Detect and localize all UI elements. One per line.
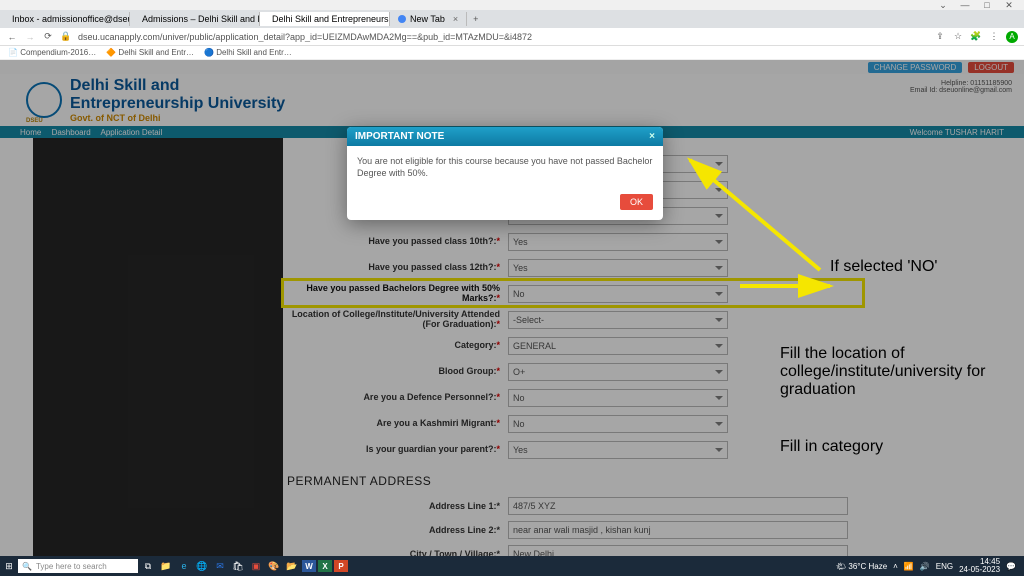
app-icon[interactable]: ▣ (248, 559, 264, 573)
task-view-icon[interactable]: ⧉ (140, 559, 156, 573)
window-min[interactable]: ⌄ (936, 0, 950, 11)
bookmark-item[interactable]: 📄 Compendium-2016… (8, 48, 96, 57)
language-indicator[interactable]: ENG (936, 562, 953, 571)
modal-ok-button[interactable]: OK (620, 194, 653, 210)
chrome-icon (398, 15, 406, 23)
start-button[interactable]: ⊞ (0, 561, 18, 572)
reload-button[interactable]: ⟳ (42, 31, 54, 42)
wifi-icon[interactable]: 📶 (904, 562, 914, 571)
mail-icon[interactable]: ✉ (212, 559, 228, 573)
clock[interactable]: 14:4524-05-2023 (959, 558, 1000, 574)
bookmark-item[interactable]: 🔶 Delhi Skill and Entr… (106, 48, 194, 57)
lock-icon: 🔒 (60, 31, 72, 42)
important-note-modal: IMPORTANT NOTE × You are not eligible fo… (347, 127, 663, 220)
edge-icon[interactable]: e (176, 559, 192, 573)
share-icon[interactable]: ⇪ (934, 31, 946, 42)
window-close[interactable]: ✕ (1002, 0, 1016, 11)
tab-inbox[interactable]: Inbox - admissionoffice@dseu…× (0, 12, 130, 26)
tab-newtab[interactable]: New Tab × (390, 12, 467, 26)
folder-icon[interactable]: 📂 (284, 559, 300, 573)
explorer-icon[interactable]: 📁 (158, 559, 174, 573)
url-field[interactable]: dseu.ucanapply.com/univer/public/applica… (78, 32, 928, 42)
search-icon: 🔍 (22, 562, 32, 571)
tab-admissions[interactable]: Admissions – Delhi Skill and Ent…× (130, 12, 260, 26)
tab-label: Delhi Skill and Entrepreneurship (272, 14, 390, 24)
bookmarks-bar: 📄 Compendium-2016… 🔶 Delhi Skill and Ent… (0, 46, 1024, 60)
bookmark-item[interactable]: 🔵 Delhi Skill and Entr… (204, 48, 292, 57)
forward-button[interactable]: → (24, 32, 36, 42)
tab-label: New Tab (410, 14, 445, 24)
modal-body: You are not eligible for this course bec… (347, 146, 663, 186)
store-icon[interactable]: 🛍 (230, 559, 246, 573)
word-icon[interactable]: W (302, 560, 316, 572)
window-min2[interactable]: — (958, 0, 972, 10)
system-tray: 🌤 36°C Haze ˄ 📶 🔊 ENG 14:4524-05-2023 💬 (836, 558, 1024, 574)
windows-taskbar: ⊞ 🔍Type here to search ⧉ 📁 e 🌐 ✉ 🛍 ▣ 🎨 📂… (0, 556, 1024, 576)
notifications-icon[interactable]: 💬 (1006, 562, 1016, 571)
star-icon[interactable]: ☆ (952, 31, 964, 42)
tab-label: Inbox - admissionoffice@dseu… (12, 14, 130, 24)
volume-icon[interactable]: 🔊 (920, 562, 930, 571)
paint-icon[interactable]: 🎨 (266, 559, 282, 573)
address-bar: ← → ⟳ 🔒 dseu.ucanapply.com/univer/public… (0, 28, 1024, 46)
browser-tabs: Inbox - admissionoffice@dseu…× Admission… (0, 10, 1024, 28)
back-button[interactable]: ← (6, 32, 18, 42)
tray-chevron-icon[interactable]: ˄ (893, 562, 898, 571)
close-icon[interactable]: × (453, 14, 458, 24)
profile-avatar[interactable]: A (1006, 31, 1018, 43)
modal-title: IMPORTANT NOTE (355, 131, 444, 142)
tab-application[interactable]: Delhi Skill and Entrepreneurship× (260, 12, 390, 26)
modal-close-button[interactable]: × (649, 131, 655, 142)
excel-icon[interactable]: X (318, 560, 332, 572)
new-tab-button[interactable]: + (467, 14, 484, 24)
window-max[interactable]: □ (980, 0, 994, 10)
weather-widget[interactable]: 🌤 36°C Haze (836, 562, 887, 571)
window-titlebar: ⌄ — □ ✕ (0, 0, 1024, 10)
powerpoint-icon[interactable]: P (334, 560, 348, 572)
tab-label: Admissions – Delhi Skill and Ent… (142, 14, 260, 24)
taskbar-search[interactable]: 🔍Type here to search (18, 559, 138, 573)
menu-icon[interactable]: ⋮ (988, 31, 1000, 42)
extensions-icon[interactable]: 🧩 (970, 31, 982, 42)
chrome-icon[interactable]: 🌐 (194, 559, 210, 573)
modal-header: IMPORTANT NOTE × (347, 127, 663, 146)
